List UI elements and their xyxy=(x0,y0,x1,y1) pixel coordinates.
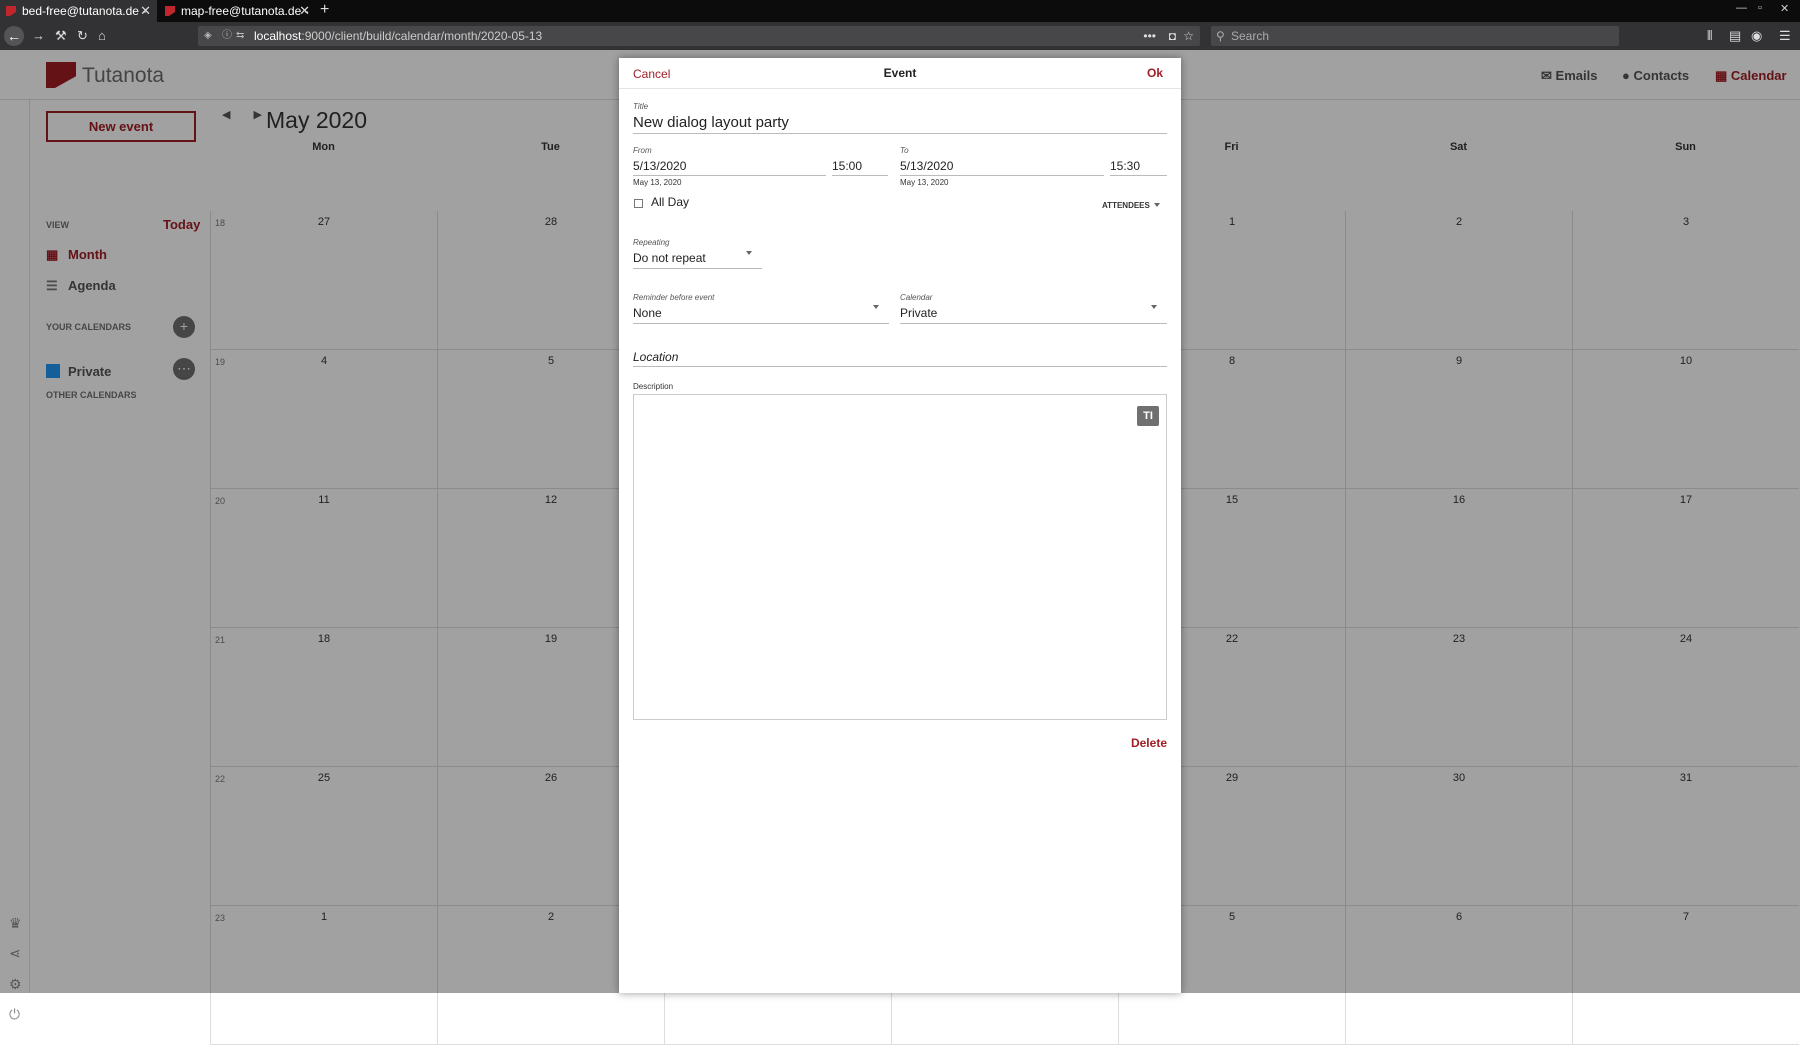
tutanota-favicon-icon xyxy=(165,6,175,16)
url-bar[interactable]: ◈ ⓘ ⇆ localhost:9000/client/build/calend… xyxy=(198,26,1200,46)
wrench-icon[interactable]: ⚒ xyxy=(55,28,67,44)
browser-tab-1[interactable]: bed-free@tutanota.de - ✕ xyxy=(0,0,157,22)
close-tab-icon[interactable]: ✕ xyxy=(299,0,310,22)
to-time-underline xyxy=(1110,175,1167,176)
library-icon[interactable]: ⫴ xyxy=(1707,28,1712,44)
from-time-input[interactable]: 15:00 xyxy=(832,159,862,173)
url-path: :9000/client/build/calendar/month/2020-0… xyxy=(301,29,543,43)
to-date-underline xyxy=(900,175,1104,176)
attendees-button[interactable]: ATTENDEES xyxy=(1102,201,1161,210)
from-date-text: May 13, 2020 xyxy=(633,178,682,187)
tutanota-favicon-icon xyxy=(6,6,16,16)
tab-title: map-free@tutanota.de - xyxy=(181,4,309,18)
repeating-underline xyxy=(633,268,762,269)
repeating-select[interactable]: Do not repeat xyxy=(633,251,706,265)
location-input[interactable]: Location xyxy=(633,350,678,364)
account-icon[interactable]: ◉ xyxy=(1751,28,1762,44)
minimize-icon[interactable]: — xyxy=(1736,2,1747,14)
description-editor[interactable]: TI xyxy=(633,394,1167,720)
text-format-button[interactable]: TI xyxy=(1137,406,1159,426)
description-label: Description xyxy=(633,382,674,391)
attendees-label: ATTENDEES xyxy=(1102,201,1150,210)
tab-title: bed-free@tutanota.de - xyxy=(22,4,147,18)
ok-button[interactable]: Ok xyxy=(1147,66,1163,80)
browser-window: bed-free@tutanota.de - ✕ map-free@tutano… xyxy=(0,0,1800,1045)
location-underline xyxy=(633,366,1167,367)
restore-icon[interactable]: ▫ xyxy=(1758,2,1762,14)
to-label: To xyxy=(900,146,909,155)
reminder-select[interactable]: None xyxy=(633,306,662,320)
chevron-down-icon xyxy=(1154,203,1161,207)
url-host: localhost xyxy=(254,29,302,43)
from-date-underline xyxy=(633,175,826,176)
delete-button[interactable]: Delete xyxy=(1131,736,1167,750)
home-icon[interactable]: ⌂ xyxy=(98,28,106,44)
dialog-header: Cancel Event Ok xyxy=(619,58,1181,89)
title-label: Title xyxy=(633,102,649,111)
back-button[interactable]: ← xyxy=(4,26,24,46)
close-tab-icon[interactable]: ✕ xyxy=(140,0,151,22)
calendar-select[interactable]: Private xyxy=(900,306,937,320)
all-day-label: All Day xyxy=(651,195,690,209)
to-date-text: May 13, 2020 xyxy=(900,178,949,187)
from-time-underline xyxy=(832,175,888,176)
dialog-title: Event xyxy=(883,66,917,80)
close-window-icon[interactable]: ✕ xyxy=(1780,2,1789,15)
search-placeholder: Search xyxy=(1231,29,1270,43)
reminder-underline xyxy=(633,323,889,324)
from-label: From xyxy=(633,146,652,155)
calendar-label: Calendar xyxy=(900,293,933,302)
calendar-underline xyxy=(900,323,1167,324)
chevron-down-icon[interactable] xyxy=(746,251,752,255)
navigation-toolbar: ← → ⚒ ↻ ⌂ ◈ ⓘ ⇆ localhost:9000/client/bu… xyxy=(0,22,1800,50)
reload-icon[interactable]: ↻ xyxy=(77,28,88,44)
to-date-input[interactable]: 5/13/2020 xyxy=(900,159,953,173)
more-actions-icon[interactable]: ••• xyxy=(1143,26,1156,46)
title-underline xyxy=(633,133,1167,134)
browser-tab-2[interactable]: map-free@tutanota.de - ✕ xyxy=(159,0,316,22)
repeating-label: Repeating xyxy=(633,238,670,247)
sidebar-toggle-icon[interactable]: ▤ xyxy=(1729,28,1741,44)
shield-icon: ◈ xyxy=(204,30,212,41)
all-day-checkbox[interactable] xyxy=(634,199,643,208)
event-dialog: Cancel Event Ok Title New dialog layout … xyxy=(619,58,1181,993)
tab-bar: bed-free@tutanota.de - ✕ map-free@tutano… xyxy=(0,0,1800,22)
to-time-input[interactable]: 15:30 xyxy=(1110,159,1140,173)
chevron-down-icon[interactable] xyxy=(1151,305,1157,309)
chevron-down-icon[interactable] xyxy=(873,305,879,309)
new-tab-button[interactable]: + xyxy=(320,0,329,20)
permissions-icon[interactable]: ⇆ xyxy=(236,26,244,46)
from-date-input[interactable]: 5/13/2020 xyxy=(633,159,686,173)
info-icon[interactable]: ⓘ xyxy=(222,26,232,46)
logout-icon[interactable]: ⏻ xyxy=(9,1006,20,1023)
menu-icon[interactable]: ☰ xyxy=(1779,28,1791,44)
pocket-icon[interactable]: ◘ xyxy=(1169,26,1176,46)
search-input[interactable]: ⚲ Search xyxy=(1211,26,1619,46)
title-input[interactable]: New dialog layout party xyxy=(633,114,789,131)
forward-icon[interactable]: → xyxy=(32,28,45,44)
bookmark-star-icon[interactable]: ☆ xyxy=(1183,26,1194,46)
search-icon: ⚲ xyxy=(1216,29,1225,43)
reminder-label: Reminder before event xyxy=(633,293,715,302)
